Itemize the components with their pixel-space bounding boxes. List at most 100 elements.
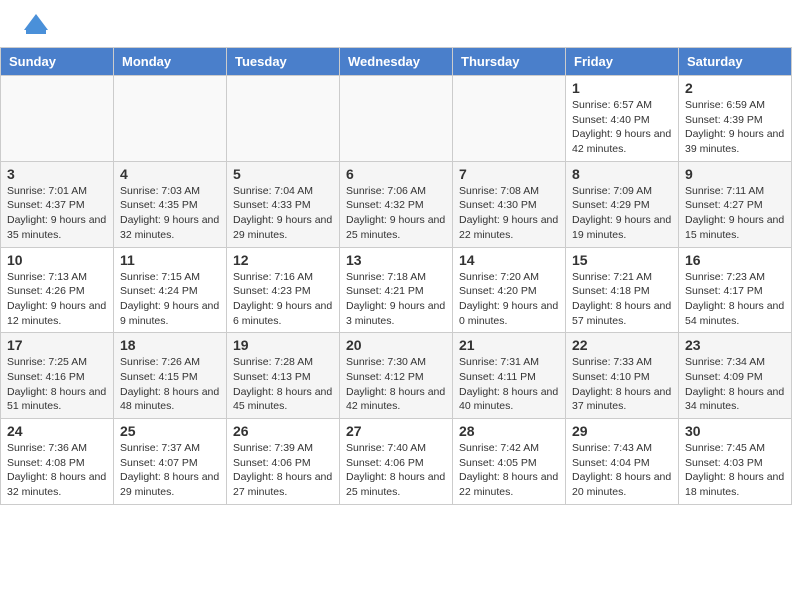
calendar-cell (114, 76, 227, 162)
day-number: 11 (120, 252, 220, 268)
calendar-cell: 14Sunrise: 7:20 AM Sunset: 4:20 PM Dayli… (453, 247, 566, 333)
day-info: Sunrise: 7:33 AM Sunset: 4:10 PM Dayligh… (572, 355, 672, 414)
day-number: 4 (120, 166, 220, 182)
calendar-cell: 16 Sunrise: 7:23 AM Sunset: 4:17 PM Dayli… (679, 247, 792, 333)
day-number: 17 (7, 337, 107, 353)
day-header-wednesday: Wednesday (340, 48, 453, 76)
calendar-cell: 3 Sunrise: 7:01 AM Sunset: 4:37 PM Daylig… (1, 161, 114, 247)
calendar-cell: 10 Sunrise: 7:13 AM Sunset: 4:26 PM Dayli… (1, 247, 114, 333)
day-info: Sunrise: 7:15 AM Sunset: 4:24 PM Dayligh… (120, 270, 220, 329)
day-number: 28 (459, 423, 559, 439)
calendar-cell: 30Sunrise: 7:45 AM Sunset: 4:03 PM Dayli… (679, 419, 792, 505)
calendar-cell: 18 Sunrise: 7:26 AM Sunset: 4:15 PM Dayli… (114, 333, 227, 419)
day-info: Sunrise: 7:39 AM Sunset: 4:06 PM Dayligh… (233, 441, 333, 500)
calendar-cell: 5Sunrise: 7:04 AM Sunset: 4:33 PM Daylig… (227, 161, 340, 247)
day-number: 27 (346, 423, 446, 439)
calendar-week-row: 17 Sunrise: 7:25 AM Sunset: 4:16 PM Dayli… (1, 333, 792, 419)
day-info: Sunrise: 7:37 AM Sunset: 4:07 PM Dayligh… (120, 441, 220, 500)
day-info: Sunrise: 7:28 AM Sunset: 4:13 PM Dayligh… (233, 355, 333, 414)
calendar-cell: 11 Sunrise: 7:15 AM Sunset: 4:24 PM Dayli… (114, 247, 227, 333)
day-number: 23 (685, 337, 785, 353)
calendar-cell: 7 Sunrise: 7:08 AM Sunset: 4:30 PM Daylig… (453, 161, 566, 247)
calendar-cell: 21 Sunrise: 7:31 AM Sunset: 4:11 PM Dayli… (453, 333, 566, 419)
calendar-cell: 25 Sunrise: 7:37 AM Sunset: 4:07 PM Dayli… (114, 419, 227, 505)
day-number: 6 (346, 166, 446, 182)
day-info: Sunrise: 7:11 AM Sunset: 4:27 PM Dayligh… (685, 184, 785, 243)
calendar-cell (227, 76, 340, 162)
day-header-friday: Friday (566, 48, 679, 76)
logo-icon (20, 10, 52, 42)
day-number: 25 (120, 423, 220, 439)
calendar-cell: 1Sunrise: 6:57 AM Sunset: 4:40 PM Daylig… (566, 76, 679, 162)
calendar-cell: 9 Sunrise: 7:11 AM Sunset: 4:27 PM Daylig… (679, 161, 792, 247)
calendar-cell: 2 Sunrise: 6:59 AM Sunset: 4:39 PM Daylig… (679, 76, 792, 162)
calendar-cell (1, 76, 114, 162)
calendar-cell: 6 Sunrise: 7:06 AM Sunset: 4:32 PM Daylig… (340, 161, 453, 247)
day-number: 10 (7, 252, 107, 268)
day-info: Sunrise: 7:16 AM Sunset: 4:23 PM Dayligh… (233, 270, 333, 329)
day-info: Sunrise: 7:18 AM Sunset: 4:21 PM Dayligh… (346, 270, 446, 329)
day-number: 21 (459, 337, 559, 353)
day-info: Sunrise: 7:20 AM Sunset: 4:20 PM Dayligh… (459, 270, 559, 329)
day-info: Sunrise: 7:21 AM Sunset: 4:18 PM Dayligh… (572, 270, 672, 329)
day-number: 24 (7, 423, 107, 439)
day-number: 2 (685, 80, 785, 96)
calendar-cell: 23 Sunrise: 7:34 AM Sunset: 4:09 PM Dayli… (679, 333, 792, 419)
calendar-week-row: 3 Sunrise: 7:01 AM Sunset: 4:37 PM Daylig… (1, 161, 792, 247)
calendar-cell: 12 Sunrise: 7:16 AM Sunset: 4:23 PM Dayli… (227, 247, 340, 333)
logo (20, 10, 56, 42)
day-number: 19 (233, 337, 333, 353)
day-header-sunday: Sunday (1, 48, 114, 76)
calendar-cell: 19 Sunrise: 7:28 AM Sunset: 4:13 PM Dayli… (227, 333, 340, 419)
day-number: 29 (572, 423, 672, 439)
day-info: Sunrise: 7:36 AM Sunset: 4:08 PM Dayligh… (7, 441, 107, 500)
day-number: 16 (685, 252, 785, 268)
day-info: Sunrise: 7:09 AM Sunset: 4:29 PM Dayligh… (572, 184, 672, 243)
day-info: Sunrise: 7:42 AM Sunset: 4:05 PM Dayligh… (459, 441, 559, 500)
calendar-week-row: 10 Sunrise: 7:13 AM Sunset: 4:26 PM Dayli… (1, 247, 792, 333)
day-info: Sunrise: 7:25 AM Sunset: 4:16 PM Dayligh… (7, 355, 107, 414)
day-number: 5 (233, 166, 333, 182)
day-number: 7 (459, 166, 559, 182)
day-info: Sunrise: 7:01 AM Sunset: 4:37 PM Dayligh… (7, 184, 107, 243)
calendar-cell: 22 Sunrise: 7:33 AM Sunset: 4:10 PM Dayli… (566, 333, 679, 419)
day-header-tuesday: Tuesday (227, 48, 340, 76)
day-number: 20 (346, 337, 446, 353)
day-info: Sunrise: 7:23 AM Sunset: 4:17 PM Dayligh… (685, 270, 785, 329)
calendar-cell: 29 Sunrise: 7:43 AM Sunset: 4:04 PM Dayli… (566, 419, 679, 505)
day-info: Sunrise: 7:30 AM Sunset: 4:12 PM Dayligh… (346, 355, 446, 414)
day-info: Sunrise: 7:26 AM Sunset: 4:15 PM Dayligh… (120, 355, 220, 414)
calendar-cell: 8Sunrise: 7:09 AM Sunset: 4:29 PM Daylig… (566, 161, 679, 247)
day-info: Sunrise: 7:45 AM Sunset: 4:03 PM Dayligh… (685, 441, 785, 500)
calendar-cell: 4 Sunrise: 7:03 AM Sunset: 4:35 PM Daylig… (114, 161, 227, 247)
day-number: 1 (572, 80, 672, 96)
page-header (0, 0, 792, 47)
calendar-cell: 20 Sunrise: 7:30 AM Sunset: 4:12 PM Dayli… (340, 333, 453, 419)
day-info: Sunrise: 7:43 AM Sunset: 4:04 PM Dayligh… (572, 441, 672, 500)
day-number: 9 (685, 166, 785, 182)
calendar-week-row: 24 Sunrise: 7:36 AM Sunset: 4:08 PM Dayli… (1, 419, 792, 505)
day-info: Sunrise: 6:59 AM Sunset: 4:39 PM Dayligh… (685, 98, 785, 157)
day-number: 12 (233, 252, 333, 268)
day-number: 13 (346, 252, 446, 268)
day-number: 3 (7, 166, 107, 182)
day-header-saturday: Saturday (679, 48, 792, 76)
calendar-header-row: SundayMondayTuesdayWednesdayThursdayFrid… (1, 48, 792, 76)
day-info: Sunrise: 7:13 AM Sunset: 4:26 PM Dayligh… (7, 270, 107, 329)
day-info: Sunrise: 7:34 AM Sunset: 4:09 PM Dayligh… (685, 355, 785, 414)
day-info: Sunrise: 7:06 AM Sunset: 4:32 PM Dayligh… (346, 184, 446, 243)
calendar-cell (340, 76, 453, 162)
day-info: Sunrise: 7:40 AM Sunset: 4:06 PM Dayligh… (346, 441, 446, 500)
day-info: Sunrise: 7:08 AM Sunset: 4:30 PM Dayligh… (459, 184, 559, 243)
calendar-cell: 24 Sunrise: 7:36 AM Sunset: 4:08 PM Dayli… (1, 419, 114, 505)
calendar-cell: 26Sunrise: 7:39 AM Sunset: 4:06 PM Dayli… (227, 419, 340, 505)
calendar-cell: 17 Sunrise: 7:25 AM Sunset: 4:16 PM Dayli… (1, 333, 114, 419)
day-info: Sunrise: 7:03 AM Sunset: 4:35 PM Dayligh… (120, 184, 220, 243)
calendar-cell (453, 76, 566, 162)
calendar-cell: 15Sunrise: 7:21 AM Sunset: 4:18 PM Dayli… (566, 247, 679, 333)
day-header-monday: Monday (114, 48, 227, 76)
day-info: Sunrise: 7:31 AM Sunset: 4:11 PM Dayligh… (459, 355, 559, 414)
day-number: 18 (120, 337, 220, 353)
calendar-table: SundayMondayTuesdayWednesdayThursdayFrid… (0, 47, 792, 505)
day-number: 22 (572, 337, 672, 353)
